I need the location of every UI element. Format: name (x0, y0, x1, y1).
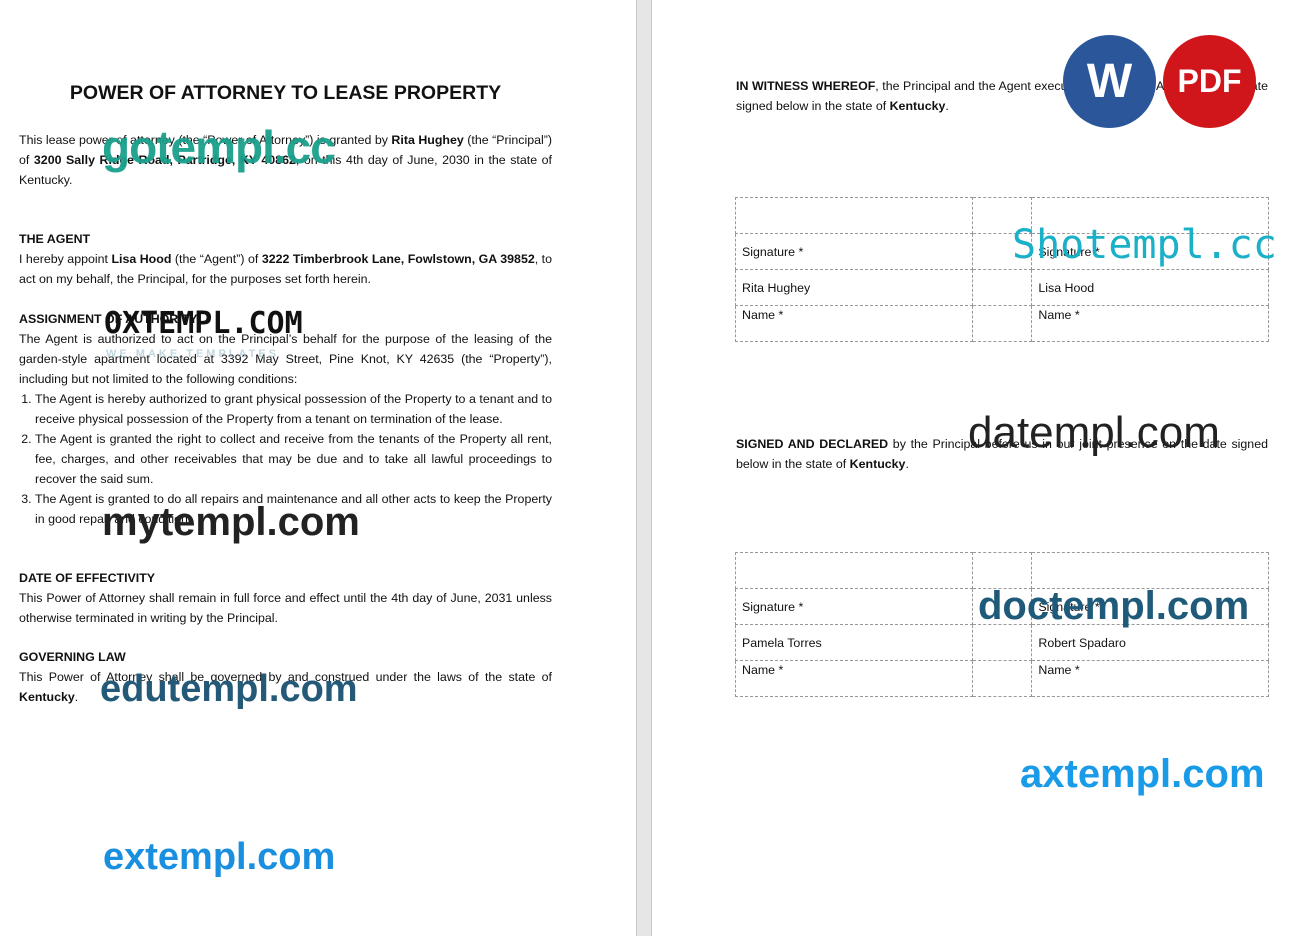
principal-name: Rita Hughey (391, 133, 464, 147)
document-title: POWER OF ATTORNEY TO LEASE PROPERTY (69, 82, 502, 104)
declared-text: . (905, 457, 909, 471)
signature-table-1: Signature * Signature * Rita Hughey Lisa H… (735, 197, 1269, 342)
name-label: Name * (735, 660, 973, 697)
page-gutter (636, 0, 652, 936)
signature-field[interactable]: Signature * (735, 233, 973, 270)
document-page-1: POWER OF ATTORNEY TO LEASE PROPERTY This… (0, 0, 636, 936)
section-heading: DATE OF EFFECTIVITY (19, 571, 156, 585)
effectivity-section: DATE OF EFFECTIVITY This Power of Attorn… (19, 568, 552, 628)
section-heading: GOVERNING LAW (19, 650, 126, 664)
watermark-edutempl: edutempl.com (100, 668, 358, 710)
word-icon[interactable]: W (1063, 35, 1156, 128)
signature-field[interactable]: Signature * (735, 588, 973, 625)
declared-state: Kentucky (849, 457, 906, 471)
watermark-datempl: datempl.com (968, 408, 1220, 457)
name-label: Name * (735, 305, 973, 342)
watermark-shotempl: Shotempl.cc (1012, 222, 1277, 268)
agent-name: Lisa Hood (111, 252, 172, 266)
watermark-oxtempl: OXTEMPL.COM (104, 306, 303, 341)
name-value[interactable]: Robert Spadaro (1031, 624, 1269, 661)
agent-text: (the “Agent”) of (171, 252, 262, 266)
witness-state: Kentucky (889, 99, 946, 113)
list-item: The Agent is granted the right to collec… (35, 429, 552, 489)
law-text: . (74, 690, 79, 704)
agent-section: THE AGENT I hereby appoint Lisa Hood (th… (19, 229, 552, 289)
name-value[interactable]: Lisa Hood (1031, 269, 1269, 306)
name-label: Name * (1031, 305, 1269, 342)
agent-address: 3222 Timberbrook Lane, Fowlstown, GA 398… (261, 252, 535, 266)
list-item: The Agent is hereby authorized to grant … (35, 389, 552, 429)
watermark-gotempl: gotempl.cc (102, 121, 336, 173)
section-heading: THE AGENT (19, 232, 91, 246)
effectivity-text: This Power of Attorney shall remain in f… (19, 591, 552, 625)
watermark-axtempl: axtempl.com (1020, 752, 1265, 796)
assignment-section: ASSIGNMENT OF AUTHORITY The Agent is aut… (19, 309, 552, 529)
witness-heading: IN WITNESS WHEREOF (736, 79, 876, 93)
watermark-mytempl: mytempl.com (102, 500, 360, 544)
watermark-doctempl: doctempl.com (978, 584, 1250, 628)
name-value[interactable]: Rita Hughey (735, 269, 973, 306)
name-label: Name * (1031, 660, 1269, 697)
witness-text: . (945, 99, 949, 113)
name-value[interactable]: Pamela Torres (735, 624, 973, 661)
pdf-icon[interactable]: PDF (1163, 35, 1256, 128)
watermark-extempl: extempl.com (103, 836, 336, 878)
agent-text: I hereby appoint (19, 252, 112, 266)
watermark-oxtempl-sub: WE MAKE TEMPLATES (106, 348, 280, 360)
declared-heading: SIGNED AND DECLARED (736, 437, 889, 451)
law-state: Kentucky (19, 690, 75, 704)
